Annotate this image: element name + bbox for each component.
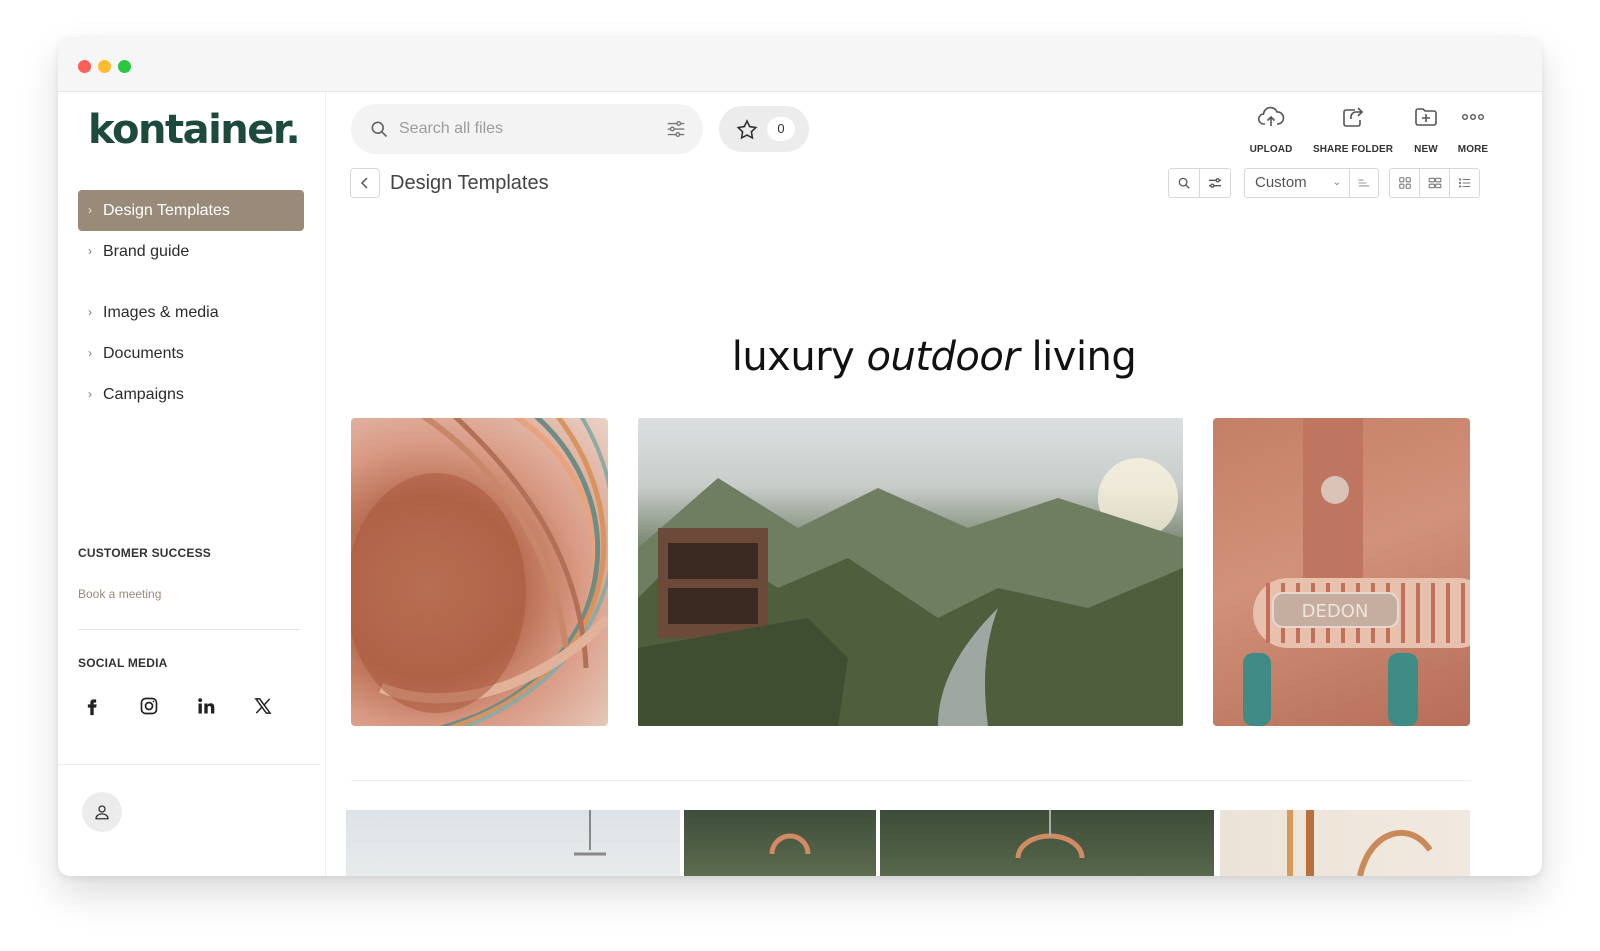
chevron-right-icon: ›	[88, 203, 92, 217]
star-icon	[736, 119, 758, 140]
thumbnail-pendant-lamp[interactable]	[346, 810, 680, 876]
chevron-down-icon: ⌄	[1332, 177, 1341, 188]
sidebar-item-brand-guide[interactable]: › Brand guide	[78, 231, 304, 272]
sidebar-item-label: Images & media	[103, 304, 219, 321]
grid-small-icon	[1428, 177, 1441, 189]
share-folder-label: SHARE FOLDER	[1312, 144, 1394, 155]
more-button[interactable]: MORE	[1450, 102, 1496, 155]
sidebar-item-label: Design Templates	[103, 202, 230, 219]
headline-text-end: living	[1019, 334, 1137, 380]
pendant-lamp-illustration	[574, 810, 606, 856]
search-icon	[371, 121, 388, 138]
sidebar-item-design-templates[interactable]: › Design Templates	[78, 190, 304, 231]
sort-lines-icon	[1358, 179, 1370, 187]
sidebar: kontainer. › Design Templates › Brand gu…	[58, 92, 326, 876]
search-icon	[1178, 177, 1190, 189]
chevron-right-icon: ›	[88, 244, 92, 258]
cloud-upload-icon	[1257, 106, 1285, 126]
rattan-chair-image[interactable]	[351, 418, 608, 726]
mountain-river-image[interactable]	[638, 418, 1183, 726]
folder-plus-icon	[1415, 108, 1437, 126]
chevron-right-icon: ›	[88, 305, 92, 319]
instagram-icon[interactable]	[135, 692, 163, 720]
chevron-right-icon: ›	[88, 346, 92, 360]
view-list-button[interactable]	[1449, 168, 1480, 198]
user-icon	[95, 805, 109, 820]
folder-nav: › Design Templates › Brand guide › Image…	[78, 190, 304, 415]
sort-direction-button[interactable]	[1349, 168, 1379, 198]
linkedin-icon[interactable]	[192, 692, 220, 720]
sort-select-value: Custom	[1255, 174, 1307, 191]
close-window-button[interactable]	[78, 60, 91, 73]
x-icon[interactable]	[249, 692, 277, 720]
main-content: 0 UPLOAD SHARE FOLDER NEW MORE Design Te…	[326, 92, 1542, 876]
sort-select[interactable]: Custom ⌄	[1244, 168, 1350, 198]
favorites-button[interactable]: 0	[719, 106, 809, 152]
app-window: kontainer. › Design Templates › Brand gu…	[58, 38, 1542, 876]
book-meeting-link[interactable]: Book a meeting	[78, 587, 161, 601]
section-divider	[351, 780, 1471, 781]
hanging-chair-illustration	[1015, 810, 1085, 859]
favorites-count: 0	[767, 117, 795, 141]
dedon-detail-image[interactable]: DEDON	[1213, 418, 1470, 726]
customer-success-heading: CUSTOMER SUCCESS	[78, 546, 211, 560]
more-dots-icon	[1462, 113, 1485, 120]
sidebar-item-label: Documents	[103, 345, 184, 362]
upload-button[interactable]: UPLOAD	[1236, 102, 1306, 155]
share-folder-button[interactable]: SHARE FOLDER	[1306, 102, 1400, 155]
new-label: NEW	[1414, 144, 1438, 155]
title-bar	[58, 38, 1542, 92]
headline-italic-word: outdoor	[866, 334, 1020, 380]
mountain-river-illustration	[638, 458, 1183, 726]
list-icon	[1458, 178, 1470, 188]
back-button[interactable]	[350, 168, 380, 198]
more-label: MORE	[1457, 144, 1489, 155]
sidebar-item-documents[interactable]: › Documents	[78, 333, 304, 374]
upload-label: UPLOAD	[1249, 144, 1293, 155]
sidebar-divider	[78, 629, 300, 630]
chevron-right-icon: ›	[88, 387, 92, 401]
dedon-detail-illustration: DEDON	[1243, 418, 1470, 726]
thumbnail-rattan-detail[interactable]	[1220, 810, 1470, 876]
user-avatar[interactable]	[82, 792, 122, 832]
search-bar	[351, 104, 703, 154]
filter-sliders-icon[interactable]	[665, 118, 687, 140]
view-small-grid-button[interactable]	[1419, 168, 1450, 198]
sidebar-footer-divider	[58, 764, 320, 765]
view-large-grid-button[interactable]	[1389, 168, 1420, 198]
new-button[interactable]: NEW	[1404, 102, 1448, 155]
sidebar-item-label: Campaigns	[103, 386, 184, 403]
sidebar-item-images-media[interactable]: › Images & media	[78, 292, 304, 333]
rattan-chair-illustration	[351, 418, 608, 726]
facebook-icon[interactable]	[78, 692, 106, 720]
filter-options-button[interactable]	[1199, 168, 1231, 198]
hanging-chair-illustration	[769, 833, 811, 855]
dedon-stamp-text: DEDON	[1302, 601, 1369, 622]
search-input[interactable]	[399, 116, 649, 142]
thumbnail-hanging-chair-1[interactable]	[684, 810, 876, 876]
grid-large-icon	[1398, 177, 1411, 189]
brand-logo[interactable]: kontainer.	[88, 107, 301, 153]
share-icon	[1343, 107, 1364, 127]
sidebar-item-label: Brand guide	[103, 243, 190, 260]
section-headline: luxury outdoor living	[326, 334, 1542, 380]
page-title: Design Templates	[390, 172, 549, 194]
social-media-heading: SOCIAL MEDIA	[78, 656, 168, 670]
thumbnail-hanging-chair-2[interactable]	[880, 810, 1214, 876]
rattan-detail-illustration	[1287, 810, 1433, 876]
minimize-window-button[interactable]	[98, 60, 111, 73]
filter-search-button[interactable]	[1168, 168, 1200, 198]
chevron-left-icon	[360, 177, 368, 189]
sidebar-item-campaigns[interactable]: › Campaigns	[78, 374, 304, 415]
maximize-window-button[interactable]	[118, 60, 131, 73]
headline-text-start: luxury	[731, 334, 867, 380]
toggle-sliders-icon	[1209, 178, 1221, 188]
